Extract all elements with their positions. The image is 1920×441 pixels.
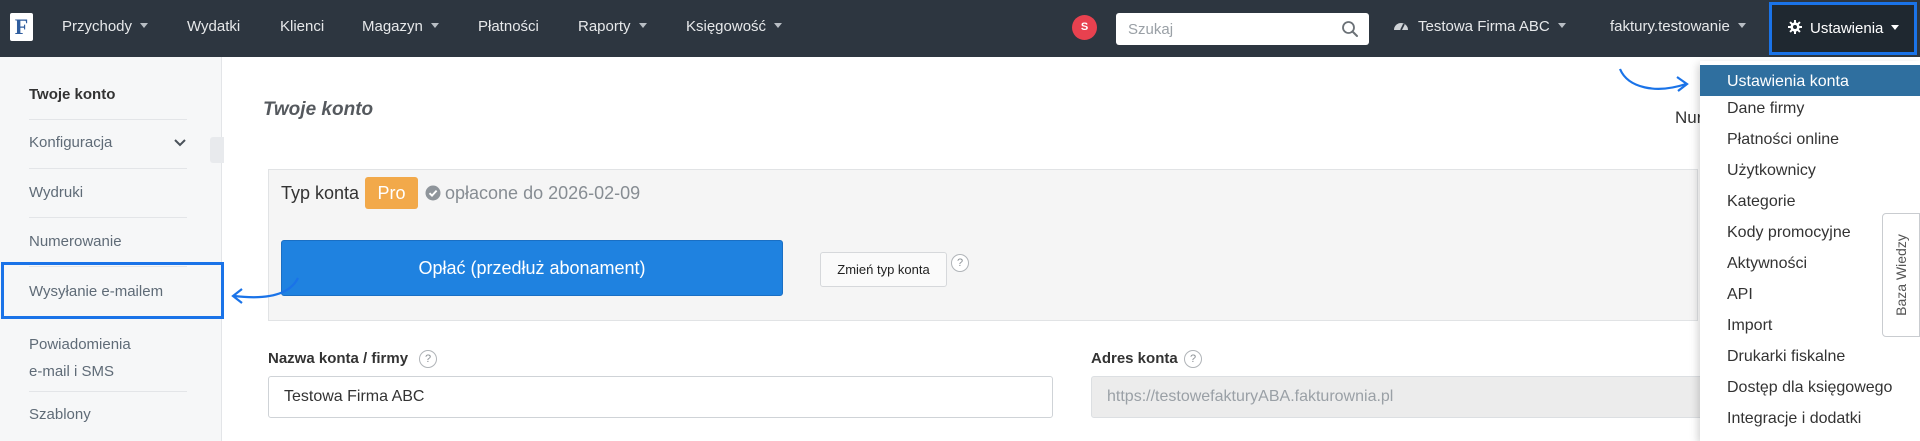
sidebar-item-wydruki[interactable]: Wydruki: [29, 184, 187, 201]
account-address-field-wrap: [1091, 376, 1703, 418]
account-type-badge: Pro: [365, 177, 418, 209]
user-menu[interactable]: faktury.testowanie: [1610, 0, 1746, 57]
dropdown-item-integracje-i-dodatki[interactable]: Integracje i dodatki: [1727, 410, 1861, 428]
dashboard-icon: [1394, 23, 1408, 31]
account-type-label: Typ konta: [281, 183, 360, 203]
user-name: faktury.testowanie: [1610, 18, 1730, 35]
annotation-arrow-right: [1618, 68, 1689, 92]
sidebar-item-label: Szablony: [29, 406, 91, 423]
search-input[interactable]: [1116, 13, 1326, 45]
search-icon[interactable]: [1341, 20, 1359, 38]
dropdown-item-ustawienia-konta[interactable]: Ustawienia konta: [1700, 65, 1920, 96]
sidebar-item-twoje-konto[interactable]: Twoje konto: [29, 86, 187, 103]
check-circle-icon: [425, 185, 441, 201]
dropdown-item-label: Ustawienia konta: [1727, 73, 1849, 90]
sidebar-divider: [29, 391, 187, 392]
settings-button[interactable]: Ustawienia: [1769, 2, 1917, 55]
pay-subscription-button[interactable]: Opłać (przedłuż abonament): [281, 240, 783, 296]
sidebar-item-label: Powiadomienia: [29, 336, 131, 353]
nav-przychody-label: Przychody: [62, 18, 133, 35]
dropdown-item-uzytkownicy[interactable]: Użytkownicy: [1727, 162, 1816, 180]
nav-platnosci-label: Płatności: [478, 18, 539, 35]
caret-down-icon: [1557, 22, 1566, 28]
dropdown-item-kody-promocyjne[interactable]: Kody promocyjne: [1727, 224, 1851, 242]
sidebar-item-label: Konfiguracja: [29, 134, 113, 151]
sidebar-item-label: e-mail i SMS: [29, 363, 115, 380]
nav-magazyn[interactable]: Magazyn: [362, 0, 439, 57]
sidebar-divider: [29, 119, 187, 120]
caret-down-icon: [430, 22, 439, 28]
dropdown-item-api[interactable]: API: [1727, 286, 1753, 304]
caret-down-icon: [1891, 24, 1900, 30]
nav-raporty-label: Raporty: [578, 18, 631, 35]
sidebar-item-powiadomienia[interactable]: Powiadomienia e-mail i SMS: [29, 331, 187, 385]
company-name: Testowa Firma ABC: [1418, 18, 1550, 35]
account-address-field: [1092, 377, 1702, 417]
highlight-box-wysylanie: [1, 262, 224, 319]
sidebar-item-szablony[interactable]: Szablony: [29, 406, 187, 423]
nav-klienci-label: Klienci: [280, 18, 325, 35]
search-box: [1116, 13, 1369, 45]
sidebar-divider: [29, 168, 187, 169]
sidebar-item-numerowanie[interactable]: Numerowanie: [29, 233, 187, 250]
chevron-down-icon[interactable]: [173, 138, 187, 148]
page-title: Twoje konto: [263, 99, 374, 120]
nav-wydatki[interactable]: Wydatki: [187, 0, 240, 57]
sidebar-item-label: Numerowanie: [29, 233, 122, 250]
help-icon[interactable]: ?: [951, 254, 969, 272]
caret-down-icon: [774, 22, 783, 28]
dropdown-item-import[interactable]: Import: [1727, 317, 1772, 335]
help-icon[interactable]: ?: [419, 350, 437, 368]
nav-raporty[interactable]: Raporty: [578, 0, 647, 57]
nav-ksiegowosc-label: Księgowość: [686, 18, 767, 35]
nav-ksiegowosc[interactable]: Księgowość: [686, 0, 783, 57]
knowledge-base-tab[interactable]: Baza Wiedzy: [1882, 213, 1920, 337]
sidebar-divider: [29, 217, 187, 218]
caret-down-icon: [1737, 22, 1746, 28]
app-logo[interactable]: F: [10, 13, 33, 41]
account-name-field-wrap: [268, 376, 1053, 418]
nav-wydatki-label: Wydatki: [187, 18, 241, 35]
caret-down-icon: [638, 22, 647, 28]
nav-platnosci[interactable]: Płatności: [478, 0, 539, 57]
dropdown-item-dostep-dla-ksiegowego[interactable]: Dostęp dla księgowego: [1727, 379, 1892, 397]
numbering-label-clipped: Nur: [1675, 108, 1703, 127]
help-icon[interactable]: ?: [1184, 350, 1202, 368]
dropdown-item-platnosci-online[interactable]: Płatności online: [1727, 131, 1839, 149]
nav-klienci[interactable]: Klienci: [280, 0, 324, 57]
notification-badge[interactable]: S: [1072, 15, 1097, 40]
change-account-type-button[interactable]: Zmień typ konta: [820, 252, 947, 287]
account-name-label: Nazwa konta / firmy: [268, 350, 409, 367]
top-navbar: F Przychody Wydatki Klienci Magazyn Płat…: [0, 0, 1920, 57]
sidebar-collapse-handle[interactable]: [210, 137, 224, 163]
dropdown-item-dane-firmy[interactable]: Dane firmy: [1727, 100, 1804, 118]
account-address-label: Adres konta: [1091, 350, 1178, 367]
paid-until-text: opłacone do 2026-02-09: [445, 183, 641, 203]
knowledge-base-label: Baza Wiedzy: [1893, 234, 1909, 316]
sidebar-item-label: Wydruki: [29, 184, 84, 201]
sidebar-item-konfiguracja[interactable]: Konfiguracja: [29, 134, 187, 151]
settings-label: Ustawienia: [1810, 20, 1884, 37]
gear-icon: [1788, 20, 1802, 35]
company-switcher[interactable]: Testowa Firma ABC: [1393, 0, 1566, 57]
sidebar-item-label: Twoje konto: [29, 86, 116, 103]
dropdown-item-kategorie[interactable]: Kategorie: [1727, 193, 1796, 211]
dropdown-item-aktywnosci[interactable]: Aktywności: [1727, 255, 1807, 273]
nav-magazyn-label: Magazyn: [362, 18, 423, 35]
caret-down-icon: [140, 22, 149, 28]
annotation-arrow-left: [231, 277, 299, 304]
nav-przychody[interactable]: Przychody: [62, 0, 149, 57]
account-name-field[interactable]: [269, 377, 1052, 417]
dropdown-item-drukarki-fiskalne[interactable]: Drukarki fiskalne: [1727, 348, 1845, 366]
